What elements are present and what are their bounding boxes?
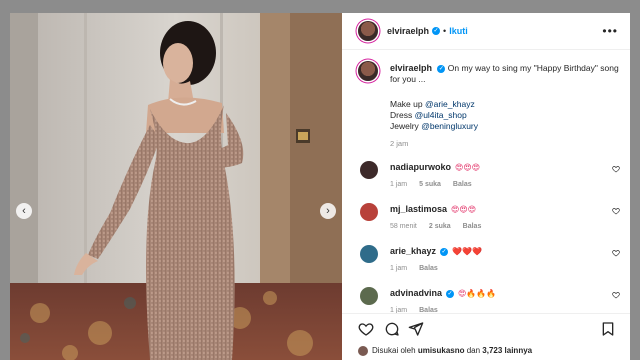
credit-makeup: Make up @arie_khayz <box>390 99 622 110</box>
likes-prefix: Disukai oleh <box>372 346 418 356</box>
comment-heart-icon[interactable] <box>612 207 620 215</box>
mention-link[interactable]: @arie_khayz <box>425 99 475 109</box>
comment-icon[interactable] <box>384 321 400 337</box>
comment-text: 😍😍😍 <box>451 205 477 214</box>
liker-username[interactable]: umisukasno <box>418 346 465 355</box>
comments-list: nadiapurwoko 😍😍😍 1 jam 5 suka Balas mj_last… <box>358 159 620 327</box>
comment-likes[interactable]: 2 suka <box>429 223 451 230</box>
comment-time: 58 menit <box>390 223 417 230</box>
commenter-avatar[interactable] <box>360 161 378 179</box>
post-image <box>10 13 342 360</box>
post-photo: ‹ › <box>10 13 342 360</box>
post-header: elvirael​ph ✓ • Ikuti ••• <box>342 13 630 50</box>
comment-heart-icon[interactable] <box>612 165 620 173</box>
verified-badge-icon: ✓ <box>446 289 455 298</box>
caption-timestamp: 2 jam <box>390 139 409 148</box>
caption-author-avatar[interactable] <box>358 61 378 81</box>
paper-plane-icon[interactable] <box>408 321 424 337</box>
comment-item: arie_khayz ✓ ❤️❤️❤️ 1 jam Balas <box>358 243 620 285</box>
caption-credits: Make up @arie_khayz Dress @ul4ita_shop J… <box>390 99 622 132</box>
commenter-username[interactable]: arie_khayz <box>390 246 436 256</box>
commenter-username[interactable]: advinadvina <box>390 288 442 298</box>
comment-text: 😍😍😍 <box>455 163 481 172</box>
chevron-right-icon: › <box>326 205 330 217</box>
comment-time: 1 jam <box>390 265 408 272</box>
chevron-left-icon: ‹ <box>22 205 26 217</box>
commenter-username[interactable]: nadiapurwoko <box>390 162 451 172</box>
post-details-panel: elvirael​ph ✓ • Ikuti ••• elvirael​ph ✓ … <box>342 13 630 360</box>
comment-time: 1 jam <box>390 181 408 188</box>
comment-text: ❤️❤️❤️ <box>452 247 482 256</box>
verified-badge-icon: ✓ <box>432 27 441 35</box>
heart-icon[interactable] <box>358 321 374 337</box>
separator-dot: • <box>443 26 447 36</box>
author-avatar[interactable] <box>358 21 378 41</box>
credit-dress: Dress @ul4ita_shop <box>390 110 622 121</box>
reply-button[interactable]: Balas <box>463 223 482 230</box>
comment-item: nadiapurwoko 😍😍😍 1 jam 5 suka Balas <box>358 159 620 201</box>
previous-photo-button[interactable]: ‹ <box>16 203 32 219</box>
caption-author-username[interactable]: elvirael​ph <box>390 63 432 73</box>
commenter-avatar[interactable] <box>360 287 378 305</box>
comment-likes[interactable]: 5 suka <box>419 181 441 188</box>
commenter-avatar[interactable] <box>360 245 378 263</box>
likes-middle: dan <box>464 346 483 356</box>
mention-link[interactable]: @beningluxury <box>421 121 478 131</box>
commenter-avatar[interactable] <box>360 203 378 221</box>
comment-item: mj_lastimosa 😍😍😍 58 menit 2 suka Balas <box>358 201 620 243</box>
credit-jewelry: Jewelry @beningluxury <box>390 121 622 132</box>
liker-avatar[interactable] <box>358 346 368 356</box>
mention-link[interactable]: @ul4ita_shop <box>415 110 467 120</box>
likes-count[interactable]: 3,723 lainnya <box>482 346 532 355</box>
likes-summary: Disukai oleh umisukasno dan 3,723 lainny… <box>358 346 532 356</box>
verified-badge-icon: ✓ <box>437 64 446 73</box>
post-actions-bar: Disukai oleh umisukasno dan 3,723 lainny… <box>342 313 630 360</box>
reply-button[interactable]: Balas <box>453 181 472 188</box>
next-photo-button[interactable]: › <box>320 203 336 219</box>
comment-heart-icon[interactable] <box>612 249 620 257</box>
credit-label: Make up <box>390 99 425 109</box>
commenter-username[interactable]: mj_lastimosa <box>390 204 447 214</box>
follow-button[interactable]: Ikuti <box>449 26 468 36</box>
author-username[interactable]: elvirael​ph <box>387 26 429 36</box>
more-options-icon[interactable]: ••• <box>602 24 618 38</box>
comment-text: 😍🔥🔥🔥 <box>458 289 497 298</box>
comment-heart-icon[interactable] <box>612 291 620 299</box>
reply-button[interactable]: Balas <box>419 265 438 272</box>
post-modal: ‹ › elvirael​ph ✓ • Ikuti ••• elvirael​p… <box>10 13 630 360</box>
verified-badge-icon: ✓ <box>440 247 449 256</box>
bookmark-icon[interactable] <box>600 321 616 337</box>
credit-label: Jewelry <box>390 121 422 131</box>
caption-text-block: elvirael​ph ✓ On my way to sing my "Happ… <box>390 63 622 85</box>
credit-label: Dress <box>390 110 415 120</box>
